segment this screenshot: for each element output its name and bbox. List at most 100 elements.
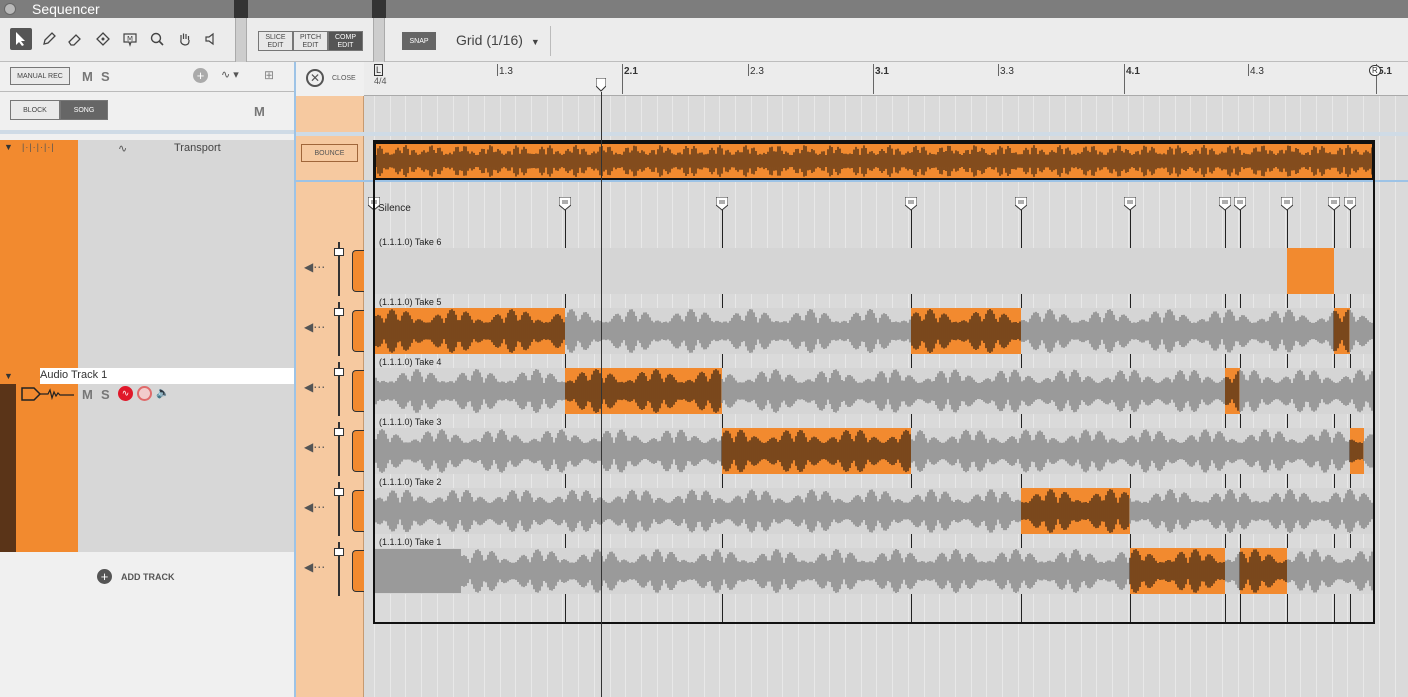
- lane-speaker-icon[interactable]: ◀⋯: [304, 380, 325, 394]
- add-track-button[interactable]: ADD TRACK: [121, 572, 175, 582]
- record-arm-button[interactable]: [137, 386, 152, 401]
- close-icon[interactable]: ✕: [306, 69, 324, 87]
- speaker-tool-icon[interactable]: [200, 28, 222, 50]
- right-locator-icon[interactable]: R: [1369, 65, 1381, 76]
- take-waveform: [374, 248, 1374, 294]
- solo-button[interactable]: S: [101, 69, 110, 84]
- slice-edit-button[interactable]: SLICE EDIT: [258, 31, 293, 51]
- mute-button[interactable]: M: [82, 69, 93, 84]
- manual-rec-button[interactable]: MANUAL REC: [10, 67, 70, 85]
- comp-edit-button[interactable]: COMP EDIT: [328, 31, 363, 51]
- comp-marker-icon[interactable]: [1343, 196, 1357, 211]
- track-solo-button[interactable]: S: [101, 387, 110, 402]
- marker-tool-icon[interactable]: M: [119, 28, 141, 50]
- toolbar-separator: [373, 18, 385, 62]
- master-mute-button[interactable]: M: [254, 104, 265, 119]
- playhead-icon[interactable]: [595, 77, 607, 92]
- grid-select[interactable]: Grid (1/16) ▼: [456, 32, 540, 48]
- lane-speaker-icon[interactable]: ◀⋯: [304, 260, 325, 274]
- lane-fader-handle[interactable]: [334, 548, 344, 556]
- divider: [0, 130, 294, 134]
- lane-speaker-icon[interactable]: ◀⋯: [304, 440, 325, 454]
- ruler-tick: [497, 64, 498, 76]
- monitor-speaker-icon[interactable]: 🔈: [156, 386, 170, 399]
- lane-select-tab[interactable]: [352, 430, 364, 472]
- ruler-tick: [998, 64, 999, 76]
- lane-speaker-icon[interactable]: ◀⋯: [304, 320, 325, 334]
- left-locator-icon[interactable]: L: [374, 64, 384, 76]
- comp-marker-icon[interactable]: [367, 196, 381, 211]
- bounce-button[interactable]: BOUNCE: [301, 144, 358, 162]
- take-label: (1.1.1.0) Take 1: [379, 537, 442, 547]
- playhead-line: [601, 92, 602, 697]
- chevron-down-icon: ▼: [530, 37, 540, 47]
- take-lane[interactable]: [374, 548, 1374, 594]
- automation-icon[interactable]: ∿ ▾: [221, 68, 239, 81]
- svg-text:M: M: [127, 35, 133, 43]
- divider: [364, 180, 1408, 182]
- eraser-tool-icon[interactable]: [64, 28, 86, 50]
- lane-fader-handle[interactable]: [334, 248, 344, 256]
- take-waveform: [374, 369, 1373, 413]
- comp-marker-icon[interactable]: [904, 196, 918, 211]
- track-list-panel: MANUAL REC M S + ∿ ▾ ⊞ BLOCK SONG M ▼ |·…: [0, 62, 296, 697]
- lane-fader-handle[interactable]: [334, 428, 344, 436]
- lane-speaker-icon[interactable]: ◀⋯: [304, 500, 325, 514]
- close-label[interactable]: CLOSE: [332, 75, 356, 82]
- window-close-icon[interactable]: [4, 3, 16, 15]
- block-button[interactable]: BLOCK: [10, 100, 60, 120]
- grid-select-value: Grid (1/16): [456, 32, 523, 48]
- comp-marker-icon[interactable]: [1327, 196, 1341, 211]
- comp-marker-icon[interactable]: [1014, 196, 1028, 211]
- lane-fader-handle[interactable]: [334, 488, 344, 496]
- comp-marker-icon[interactable]: [1123, 196, 1137, 211]
- lane-speaker-icon[interactable]: ◀⋯: [304, 560, 325, 574]
- lane-select-tab[interactable]: [352, 490, 364, 532]
- take-lane[interactable]: [374, 488, 1374, 534]
- ruler-mark: 3.1: [875, 66, 889, 77]
- ruler-tick: [622, 64, 623, 94]
- collapse-icon[interactable]: ▼: [4, 142, 13, 152]
- stamp-tool-icon[interactable]: [92, 28, 114, 50]
- snap-button[interactable]: SNAP: [402, 32, 436, 50]
- ruler-mark: 2.3: [750, 66, 764, 77]
- pitch-edit-button[interactable]: PITCH EDIT: [293, 31, 328, 51]
- audio-track-header: [78, 384, 294, 552]
- divider: [0, 91, 294, 92]
- pencil-tool-icon[interactable]: [38, 28, 60, 50]
- song-button[interactable]: SONG: [60, 100, 108, 120]
- add-icon[interactable]: +: [193, 68, 208, 83]
- hand-tool-icon[interactable]: [174, 28, 196, 50]
- zoom-tool-icon[interactable]: [146, 28, 168, 50]
- take-lane[interactable]: [374, 248, 1374, 294]
- transport-automation-icon[interactable]: ∿: [118, 142, 127, 155]
- comp-marker-icon[interactable]: [1218, 196, 1232, 211]
- track-mute-button[interactable]: M: [82, 387, 93, 402]
- lane-select-tab[interactable]: [352, 310, 364, 352]
- audio-track-name[interactable]: Audio Track 1: [40, 369, 107, 381]
- lane-select-tab[interactable]: [352, 370, 364, 412]
- collapse-icon[interactable]: ▼: [4, 371, 13, 381]
- lane-fader-handle[interactable]: [334, 368, 344, 376]
- take-label: (1.1.1.0) Take 3: [379, 417, 442, 427]
- ruler-mark: 2.1: [624, 66, 638, 77]
- comp-marker-icon[interactable]: [558, 196, 572, 211]
- take-lane[interactable]: [374, 368, 1374, 414]
- lane-select-tab[interactable]: [352, 250, 364, 292]
- arrow-tool-icon[interactable]: [10, 28, 32, 50]
- take-label: (1.1.1.0) Take 5: [379, 297, 442, 307]
- comp-lane-icon[interactable]: ∿: [118, 386, 133, 401]
- grid-icon[interactable]: ⊞: [264, 68, 274, 82]
- take-lane[interactable]: [374, 308, 1374, 354]
- take-label: (1.1.1.0) Take 4: [379, 357, 442, 367]
- take-lane[interactable]: [374, 428, 1374, 474]
- comp-marker-icon[interactable]: [715, 196, 729, 211]
- add-track-icon[interactable]: +: [97, 569, 112, 584]
- comp-result-clip[interactable]: [374, 142, 1374, 180]
- comp-marker-icon[interactable]: [1233, 196, 1247, 211]
- time-signature: 4/4: [374, 76, 387, 86]
- comp-timeline: L 4/4 1.3 2.1 2.3 3.1 3.3 4.1 4.3 5.1 R Silence…: [364, 62, 1408, 697]
- lane-select-tab[interactable]: [352, 550, 364, 592]
- lane-fader-handle[interactable]: [334, 308, 344, 316]
- comp-marker-icon[interactable]: [1280, 196, 1294, 211]
